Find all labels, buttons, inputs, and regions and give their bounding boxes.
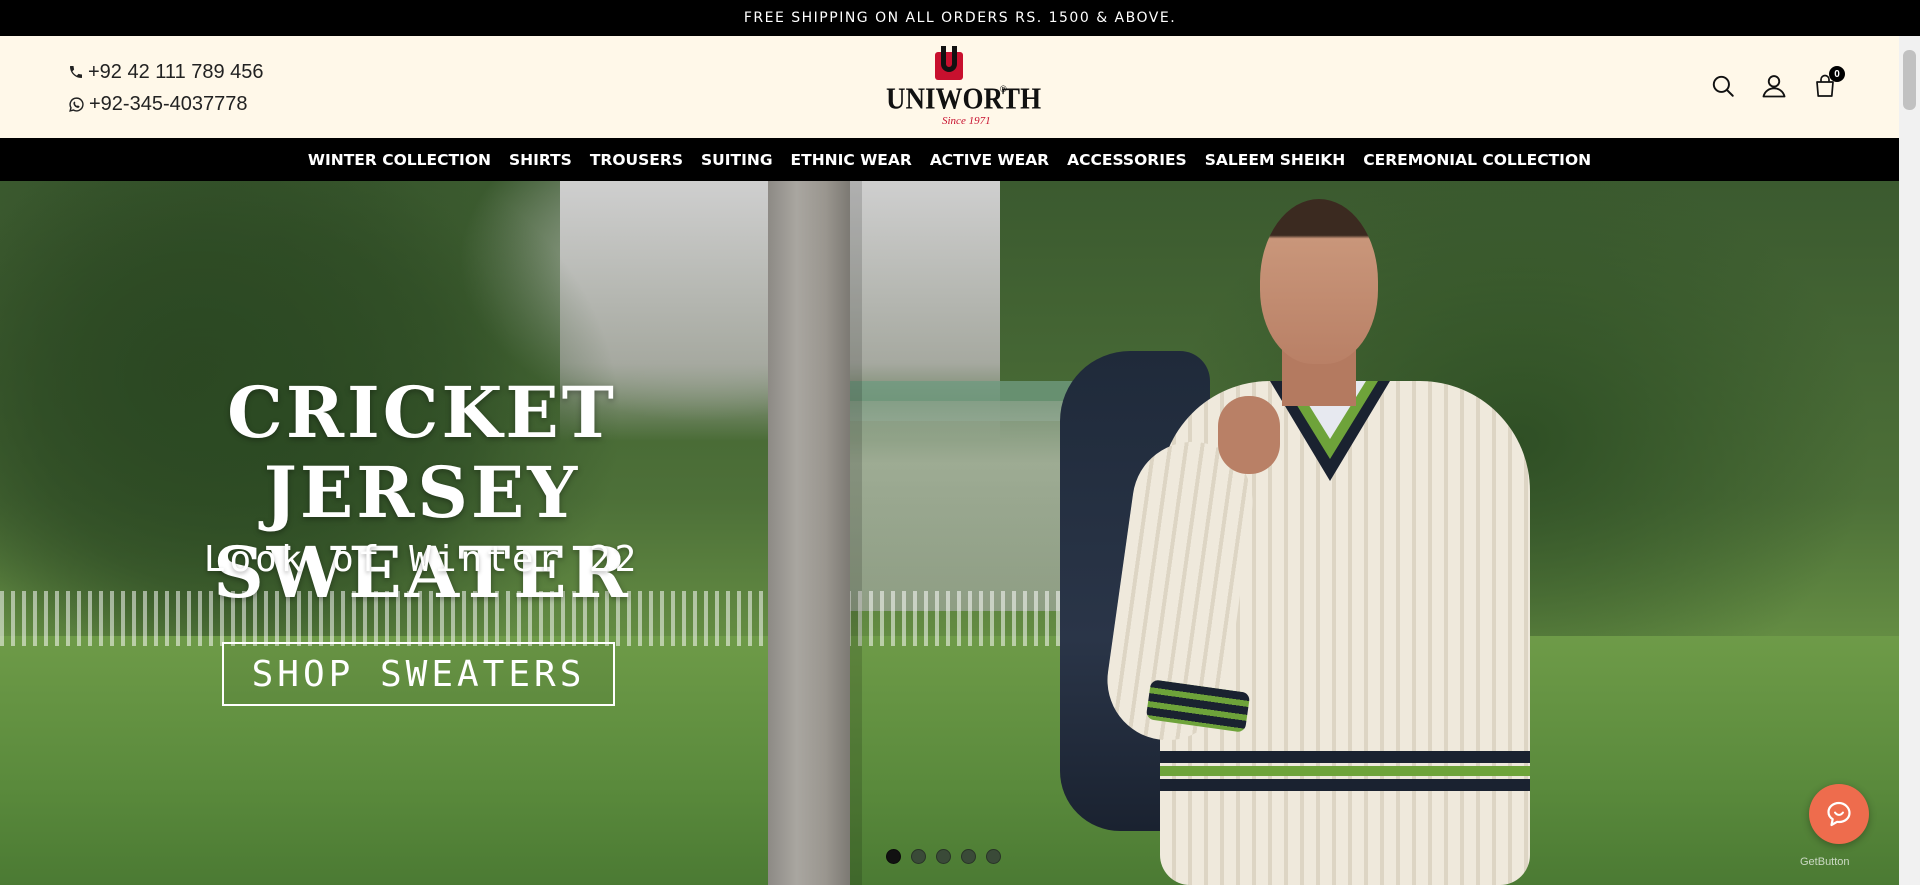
slider-pagination xyxy=(886,849,1011,864)
whatsapp-icon xyxy=(69,96,84,112)
announcement-text: FREE SHIPPING ON ALL ORDERS RS. 1500 & A… xyxy=(743,10,1177,26)
nav-item-suiting[interactable]: SUITING xyxy=(701,151,773,169)
hero-bg-pillar-shadow xyxy=(850,181,862,885)
nav-item-ethnic-wear[interactable]: ETHNIC WEAR xyxy=(791,151,912,169)
sweater-hem-stripe xyxy=(1160,779,1530,791)
hero-subtitle: Look of Winter 22 xyxy=(203,539,641,580)
hero-model-image xyxy=(1050,181,1530,885)
slider-dot-1[interactable] xyxy=(886,849,901,864)
sweater-hem-stripe xyxy=(1160,751,1530,763)
nav-item-winter-collection[interactable]: WINTER COLLECTION xyxy=(308,151,491,169)
hero-title-line1: CRICKET xyxy=(227,371,617,454)
whatsapp-contact[interactable]: +92-345-4037778 xyxy=(68,88,264,120)
shop-sweaters-button[interactable]: SHOP SWEATERS xyxy=(222,642,615,706)
brand-logo[interactable]: UNIWORTH ® Since 1971 xyxy=(886,46,1041,128)
nav-item-active-wear[interactable]: ACTIVE WEAR xyxy=(930,151,1049,169)
page-scrollbar-thumb[interactable] xyxy=(1903,50,1916,110)
cart-button[interactable]: 0 xyxy=(1811,66,1845,100)
phone-icon xyxy=(70,66,82,78)
nav-item-trousers[interactable]: TROUSERS xyxy=(590,151,683,169)
search-button[interactable] xyxy=(1709,72,1737,100)
logo-wordmark: UNIWORTH xyxy=(886,80,1042,116)
phone-number: +92 42 111 789 456 xyxy=(88,60,264,83)
main-navigation: WINTER COLLECTION SHIRTS TROUSERS SUITIN… xyxy=(0,138,1899,181)
slider-dot-2[interactable] xyxy=(911,849,926,864)
whatsapp-number: +92-345-4037778 xyxy=(89,92,248,115)
model-head xyxy=(1260,199,1378,364)
nav-item-shirts[interactable]: SHIRTS xyxy=(509,151,572,169)
chat-bubble-icon xyxy=(1827,801,1851,827)
site-header: +92 42 111 789 456 +92-345-4037778 UNIWO… xyxy=(0,36,1899,138)
logo-since: Since 1971 xyxy=(942,115,991,127)
slider-dot-4[interactable] xyxy=(961,849,976,864)
account-button[interactable] xyxy=(1760,72,1788,100)
phone-contact[interactable]: +92 42 111 789 456 xyxy=(68,56,264,88)
slider-dot-3[interactable] xyxy=(936,849,951,864)
announcement-bar: FREE SHIPPING ON ALL ORDERS RS. 1500 & A… xyxy=(0,0,1920,36)
slider-dot-5[interactable] xyxy=(986,849,1001,864)
cart-count-badge: 0 xyxy=(1829,66,1845,82)
chat-widget-brand[interactable]: GetButton xyxy=(1800,856,1850,868)
contact-info: +92 42 111 789 456 +92-345-4037778 xyxy=(68,56,264,120)
nav-item-saleem-sheikh[interactable]: SALEEM SHEIKH xyxy=(1205,151,1346,169)
chat-widget-button[interactable] xyxy=(1809,784,1869,844)
nav-item-ceremonial-collection[interactable]: CEREMONIAL COLLECTION xyxy=(1363,151,1591,169)
hero-title-line2: JERSEY SWEATER xyxy=(213,451,631,614)
sweater-hem-stripe-green xyxy=(1160,766,1530,776)
logo-mark-icon xyxy=(935,46,963,80)
model-hand xyxy=(1218,396,1280,474)
page-scrollbar[interactable] xyxy=(1899,36,1920,885)
nav-item-accessories[interactable]: ACCESSORIES xyxy=(1067,151,1187,169)
header-actions: 0 xyxy=(1686,66,1845,100)
hero-slider[interactable]: CRICKET JERSEY SWEATER Look of Winter 22… xyxy=(0,181,1899,885)
search-icon xyxy=(1712,75,1734,97)
user-icon xyxy=(1762,75,1786,98)
logo-registered-mark: ® xyxy=(1000,84,1007,94)
